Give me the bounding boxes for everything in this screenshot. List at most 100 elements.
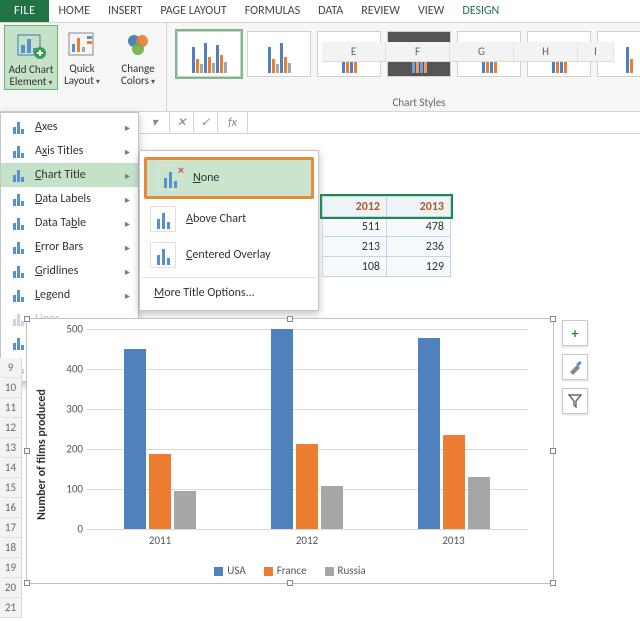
cell-r2c2[interactable]: 236: [387, 237, 451, 257]
bar-france-2012: [296, 444, 318, 529]
col-H[interactable]: H: [514, 42, 578, 61]
col-I[interactable]: I: [578, 42, 614, 61]
bar-france-2013: [443, 435, 465, 529]
bar-russia-2013: [468, 477, 490, 529]
cell-r2c1[interactable]: 213: [323, 237, 387, 257]
row-10[interactable]: 10: [0, 378, 22, 398]
chart-title-icon: [9, 166, 27, 184]
centered-overlay-icon: [150, 242, 176, 268]
data-labels-icon: [9, 190, 27, 208]
row-21[interactable]: 21: [0, 598, 22, 618]
row-13[interactable]: 13: [0, 438, 22, 458]
row-12[interactable]: 12: [0, 418, 22, 438]
ytick-300: 300: [57, 403, 83, 416]
trendline-icon: [9, 334, 27, 352]
none-icon: ×: [157, 165, 183, 191]
ytick-400: 400: [57, 363, 83, 376]
tab-home[interactable]: HOME: [49, 0, 99, 22]
tab-file[interactable]: FILE: [0, 0, 49, 22]
menu-axis-titles[interactable]: Axis Titles▸: [1, 139, 138, 163]
menu-data-table[interactable]: Data Table▸: [1, 211, 138, 235]
change-colors-label: Change Colors: [114, 63, 162, 88]
chart-title-above[interactable]: Above Chart: [140, 201, 318, 237]
menu-legend[interactable]: Legend▸: [1, 283, 138, 307]
ribbon-tabs: FILE HOME INSERT PAGE LAYOUT FORMULAS DA…: [0, 0, 640, 22]
bar-usa-2012: [271, 329, 293, 529]
chart-style-1[interactable]: [177, 31, 241, 77]
ytick-0: 0: [57, 523, 83, 536]
xcat-2012: 2012: [296, 534, 318, 547]
menu-error-bars[interactable]: Error Bars▸: [1, 235, 138, 259]
row-14[interactable]: 14: [0, 458, 22, 478]
legend-russia: Russia: [325, 564, 366, 577]
row-17[interactable]: 17: [0, 518, 22, 538]
xcat-2011: 2011: [149, 534, 171, 547]
chart-title-centered-overlay[interactable]: Centered Overlay: [140, 237, 318, 273]
fx-label: fx: [218, 112, 248, 133]
chart-title-submenu: × None Above Chart Centered Overlay More…: [139, 150, 319, 311]
add-chart-element-button[interactable]: Add Chart Element: [4, 25, 58, 90]
row-20[interactable]: 20: [0, 578, 22, 598]
row-headers: 9 10 11 12 13 14 15 16 17 18 19 20 21: [0, 358, 22, 618]
chart-filters-button[interactable]: [562, 388, 588, 414]
chart-title-none[interactable]: × None: [147, 160, 311, 196]
menu-data-labels[interactable]: Data Labels▸: [1, 187, 138, 211]
bar-usa-2011: [124, 349, 146, 529]
axis-titles-icon: [9, 142, 27, 160]
chart-elements-button[interactable]: +: [562, 320, 588, 346]
cell-r3c1[interactable]: 108: [323, 257, 387, 277]
row-15[interactable]: 15: [0, 478, 22, 498]
change-colors-icon: [122, 29, 154, 61]
ytick-500: 500: [57, 323, 83, 336]
quick-layout-label: Quick Layout: [58, 63, 106, 88]
year-2012[interactable]: 2012: [323, 197, 387, 217]
plot-area: 500 400 300 200 100 0 2011 2012 2013: [87, 329, 527, 529]
axes-icon: [9, 118, 27, 136]
tab-view[interactable]: VIEW: [409, 0, 453, 22]
row-19[interactable]: 19: [0, 558, 22, 578]
cell-r1c1[interactable]: 511: [323, 217, 387, 237]
error-bars-icon: [9, 238, 27, 256]
tab-page-layout[interactable]: PAGE LAYOUT: [151, 0, 235, 22]
col-E[interactable]: E: [322, 42, 386, 61]
col-G[interactable]: G: [450, 42, 514, 61]
tab-design[interactable]: DESIGN: [453, 0, 508, 22]
data-table-peek: 20122013 511478 213236 108129: [322, 196, 451, 277]
legend-usa: USA: [214, 564, 245, 577]
embedded-chart[interactable]: Number of films produced 500 400 300 200…: [26, 318, 554, 584]
bar-russia-2011: [174, 491, 196, 529]
add-chart-element-label: Add Chart Element: [5, 64, 57, 89]
menu-chart-title[interactable]: Chart Title▸: [1, 163, 138, 187]
chart-styles-button[interactable]: [562, 354, 588, 380]
legend-icon: [9, 286, 27, 304]
row-9[interactable]: 9: [0, 358, 22, 378]
y-axis-label: Number of films produced: [35, 355, 51, 555]
ytick-100: 100: [57, 483, 83, 496]
chart-legend: USA France Russia: [27, 564, 553, 577]
row-11[interactable]: 11: [0, 398, 22, 418]
change-colors-button[interactable]: Change Colors: [114, 25, 162, 88]
above-chart-icon: [150, 206, 176, 232]
tab-review[interactable]: REVIEW: [352, 0, 409, 22]
tab-insert[interactable]: INSERT: [99, 0, 151, 22]
quick-layout-icon: [66, 29, 98, 61]
legend-france: France: [264, 564, 307, 577]
quick-layout-button[interactable]: Quick Layout: [58, 25, 106, 90]
bar-france-2011: [149, 454, 171, 529]
column-headers: E F G H I: [322, 42, 614, 62]
cell-r1c2[interactable]: 478: [387, 217, 451, 237]
menu-gridlines[interactable]: Gridlines▸: [1, 259, 138, 283]
chart-style-2[interactable]: [247, 31, 311, 77]
tab-data[interactable]: DATA: [309, 0, 352, 22]
add-chart-element-icon: [15, 30, 47, 62]
formula-bar[interactable]: ▾ ✕ ✓ fx: [140, 112, 640, 134]
menu-axes[interactable]: AAxesxes▸: [1, 115, 138, 139]
row-16[interactable]: 16: [0, 498, 22, 518]
col-F[interactable]: F: [386, 42, 450, 61]
year-2013[interactable]: 2013: [387, 197, 451, 217]
tab-formulas[interactable]: FORMULAS: [236, 0, 309, 22]
more-title-options[interactable]: More Title Options...: [140, 282, 318, 306]
row-18[interactable]: 18: [0, 538, 22, 558]
chart-side-buttons: +: [562, 320, 590, 414]
cell-r3c2[interactable]: 129: [387, 257, 451, 277]
